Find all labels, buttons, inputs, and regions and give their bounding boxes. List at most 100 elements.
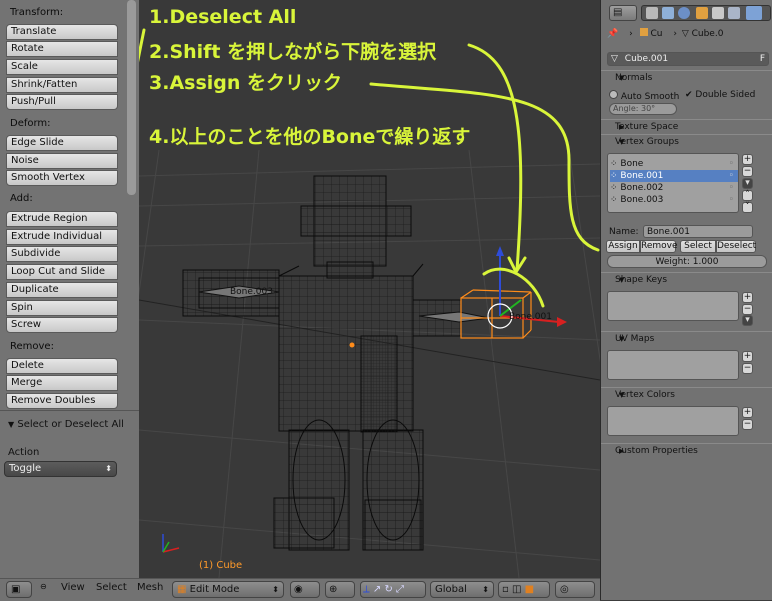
select-button[interactable]: Select bbox=[680, 240, 716, 253]
remove-button[interactable]: Remove bbox=[640, 240, 678, 253]
vertex-group-specials-button[interactable]: ▾ bbox=[742, 178, 753, 189]
translate-button[interactable]: Translate bbox=[6, 24, 118, 40]
plus-icon: + bbox=[743, 292, 752, 302]
push-pull-button[interactable]: Push/Pull bbox=[6, 94, 118, 110]
action-select[interactable]: Toggle ⬍ bbox=[4, 461, 117, 477]
viewport-shading-select[interactable]: ◉ bbox=[290, 581, 320, 598]
arrow-icon: › bbox=[673, 29, 677, 39]
remove-vertex-color-button[interactable]: − bbox=[742, 419, 753, 430]
shape-key-specials-button[interactable]: ▾ bbox=[742, 315, 753, 326]
screw-button[interactable]: Screw bbox=[6, 317, 118, 333]
mesh-datablock-field[interactable]: ▽ Cube.001 F bbox=[607, 52, 769, 66]
pivot-point-select[interactable]: ⊕ bbox=[325, 581, 355, 598]
spin-button[interactable]: Spin bbox=[6, 300, 118, 316]
rotate-button[interactable]: Rotate bbox=[6, 41, 118, 57]
vertex-group-item[interactable]: ⁘ Bone.003 ◦ bbox=[610, 194, 738, 206]
orientation-select[interactable]: Global ⬍ bbox=[430, 581, 494, 598]
shrink-fatten-button[interactable]: Shrink/Fatten bbox=[6, 77, 118, 93]
smooth-vertex-button[interactable]: Smooth Vertex bbox=[6, 170, 118, 186]
normals-panel-header[interactable]: ▼ Normals bbox=[601, 70, 772, 85]
manipulator-toggles[interactable]: ⟂ ↗ ↻ ⤢ bbox=[360, 581, 426, 598]
bone-label-001: Bone.001 bbox=[509, 312, 552, 322]
duplicate-button[interactable]: Duplicate bbox=[6, 282, 118, 298]
add-vertex-color-button[interactable]: + bbox=[742, 407, 753, 418]
shape-key-list[interactable] bbox=[607, 291, 739, 321]
operator-panel: ▼ Select or Deselect All Action Toggle ⬍ bbox=[0, 410, 139, 579]
remove-shape-key-button[interactable]: − bbox=[742, 304, 753, 315]
select-menu[interactable]: Select bbox=[96, 582, 127, 593]
add-vertex-group-button[interactable]: + bbox=[742, 154, 753, 165]
auto-smooth-angle-field[interactable]: Angle: 30° bbox=[609, 103, 677, 115]
vertex-group-item-selected[interactable]: ⁘ Bone.001 ◦ bbox=[610, 170, 738, 182]
remove-vertex-group-button[interactable]: − bbox=[742, 166, 753, 177]
vertex-group-icon: ⁘ bbox=[610, 159, 618, 169]
3d-viewport[interactable]: Bone.003 Bone.001 (1) Cube 1.Deselect Al… bbox=[139, 0, 600, 578]
mesh-menu[interactable]: Mesh bbox=[137, 582, 163, 593]
select-mode-toggles[interactable]: ▫ ◫ ■ bbox=[498, 581, 550, 598]
vertex-group-name-field[interactable]: Bone.001 bbox=[643, 225, 753, 238]
edge-slide-button[interactable]: Edge Slide bbox=[6, 135, 118, 151]
deselect-button[interactable]: Deselect bbox=[716, 240, 756, 253]
uv-map-list[interactable] bbox=[607, 350, 739, 380]
world-tab-icon[interactable] bbox=[678, 7, 690, 19]
data-tab-icon[interactable] bbox=[746, 6, 762, 20]
move-up-button[interactable]: ˄ bbox=[742, 190, 753, 201]
lock-icon[interactable]: ◦ bbox=[729, 194, 734, 206]
menu-toggle-icon[interactable]: ⊖ bbox=[40, 582, 47, 591]
mode-select[interactable]: ▦ Edit Mode ⬍ bbox=[172, 581, 284, 598]
modifiers-tab-icon[interactable] bbox=[728, 7, 740, 19]
character-mesh bbox=[182, 175, 462, 551]
add-shape-key-button[interactable]: + bbox=[742, 292, 753, 303]
render-tab-icon[interactable] bbox=[646, 7, 658, 19]
remove-uv-map-button[interactable]: − bbox=[742, 363, 753, 374]
updown-arrows-icon: ⬍ bbox=[105, 464, 112, 473]
loop-cut-and-slide-button[interactable]: Loop Cut and Slide bbox=[6, 264, 118, 280]
view-menu[interactable]: View bbox=[61, 582, 85, 593]
editor-type-button[interactable]: ▣ bbox=[6, 581, 32, 598]
constraints-tab-icon[interactable] bbox=[712, 7, 724, 19]
lock-icon[interactable]: ◦ bbox=[729, 170, 734, 182]
vertex-group-icon: ⁘ bbox=[610, 183, 618, 193]
assign-button[interactable]: Assign bbox=[606, 240, 640, 253]
vertex-group-list[interactable]: ⁘ Bone ◦ ⁘ Bone.001 ◦ ⁘ Bone.002 ◦ ⁘ Bone.0… bbox=[607, 153, 739, 213]
uv-maps-panel-header[interactable]: ▼ UV Maps bbox=[601, 331, 772, 346]
scale-button[interactable]: Scale bbox=[6, 59, 118, 75]
texture-space-panel-header[interactable]: ▶ Texture Space bbox=[601, 119, 772, 134]
pivot-icon: ⊕ bbox=[329, 584, 338, 595]
custom-properties-panel-header[interactable]: ▶ Custom Properties bbox=[601, 443, 772, 458]
remove-doubles-button[interactable]: Remove Doubles bbox=[6, 393, 118, 409]
auto-smooth-checkbox[interactable]: Auto Smooth bbox=[609, 90, 679, 102]
annotation-step-3: 3.Assign をクリック bbox=[149, 72, 343, 94]
subdivide-button[interactable]: Subdivide bbox=[6, 246, 118, 262]
vertex-group-item[interactable]: ⁘ Bone ◦ bbox=[610, 158, 738, 170]
fake-user-button[interactable]: F bbox=[760, 53, 765, 65]
vertex-groups-panel-header[interactable]: ▼ Vertex Groups bbox=[601, 134, 772, 149]
scene-tab-icon[interactable] bbox=[662, 7, 674, 19]
tool-shelf-scrollbar[interactable] bbox=[127, 0, 136, 195]
view-axis-icon bbox=[162, 534, 180, 553]
extrude-individual-button[interactable]: Extrude Individual bbox=[6, 229, 118, 245]
pin-icon[interactable]: 📌 bbox=[607, 29, 618, 39]
expand-triangle-icon: ▼ bbox=[619, 335, 625, 343]
weight-slider[interactable]: Weight: 1.000 bbox=[607, 255, 767, 268]
lock-icon[interactable]: ◦ bbox=[729, 158, 734, 170]
object-tab-icon[interactable] bbox=[696, 7, 708, 19]
add-uv-map-button[interactable]: + bbox=[742, 351, 753, 362]
double-sided-checkbox[interactable]: ✔ Double Sided bbox=[685, 90, 755, 100]
editor-type-button[interactable]: ▤ bbox=[609, 5, 637, 21]
vertex-color-list[interactable] bbox=[607, 406, 739, 436]
vertex-group-item[interactable]: ⁘ Bone.002 ◦ bbox=[610, 182, 738, 194]
shape-keys-panel-header[interactable]: ▼ Shape Keys bbox=[601, 272, 772, 287]
move-down-button[interactable]: ˅ bbox=[742, 202, 753, 213]
noise-button[interactable]: Noise bbox=[6, 153, 118, 169]
lock-icon[interactable]: ◦ bbox=[729, 182, 734, 194]
operator-title[interactable]: ▼ Select or Deselect All bbox=[8, 419, 124, 430]
action-label: Action bbox=[8, 447, 40, 458]
vertex-colors-panel-header[interactable]: ▼ Vertex Colors bbox=[601, 387, 772, 402]
proportional-editing-select[interactable]: ◎ bbox=[555, 581, 595, 598]
breadcrumb: 📌 › Cu › ▽ Cube.0 bbox=[607, 28, 724, 39]
extrude-region-button[interactable]: Extrude Region bbox=[6, 211, 118, 227]
checkmark-icon: ✔ bbox=[685, 90, 693, 100]
merge-button[interactable]: Merge bbox=[6, 375, 118, 391]
delete-button[interactable]: Delete bbox=[6, 358, 118, 374]
